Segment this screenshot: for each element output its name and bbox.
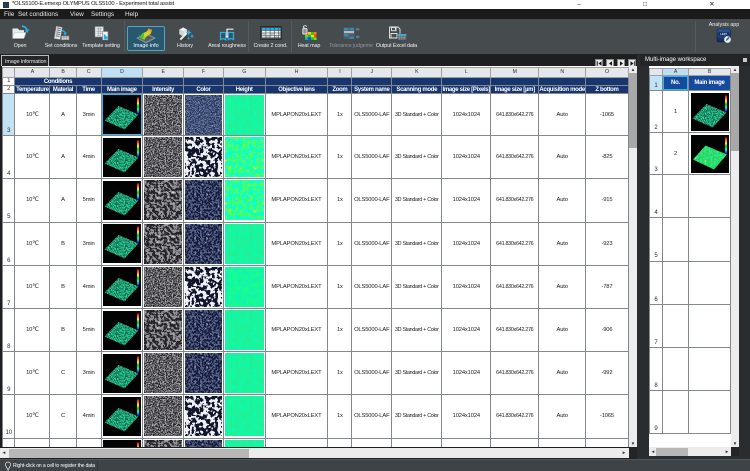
svg-text:LEXT: LEXT: [720, 32, 727, 36]
